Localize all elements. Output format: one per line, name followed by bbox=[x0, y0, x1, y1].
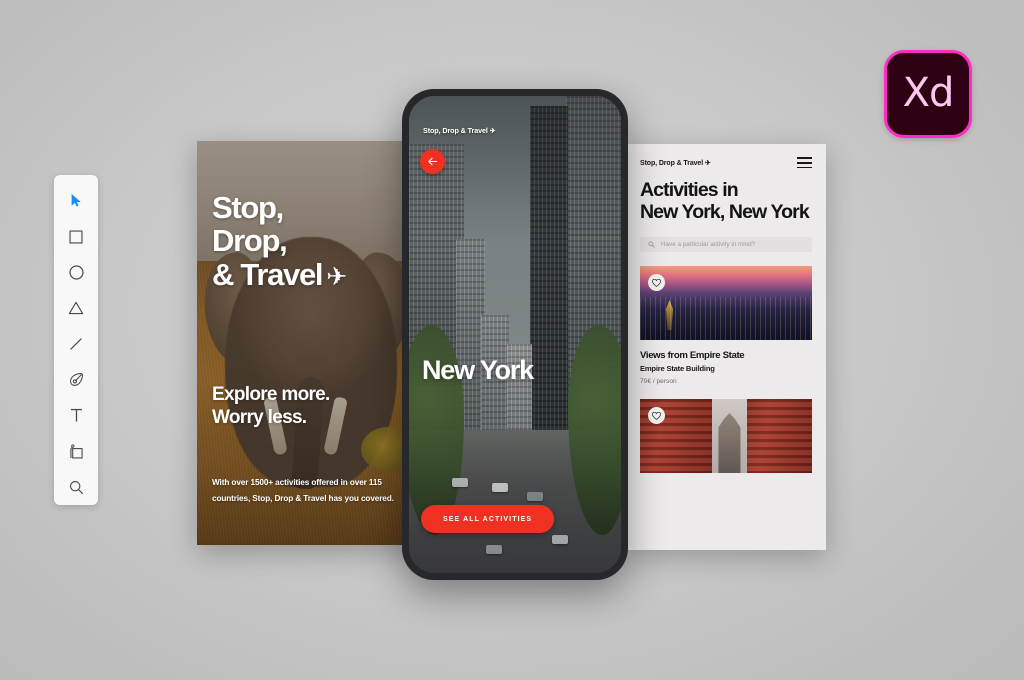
line-icon bbox=[70, 338, 82, 350]
magnifier-icon bbox=[69, 480, 83, 494]
poster-headline-block: Stop, Drop, & Travel ✈ bbox=[212, 190, 407, 292]
text-tool[interactable] bbox=[54, 398, 98, 434]
hamburger-menu-icon[interactable] bbox=[797, 157, 812, 169]
polygon-tool[interactable] bbox=[54, 290, 98, 326]
poster-subhead-block: Explore more. Worry less. bbox=[212, 384, 407, 430]
adobe-xd-label: Xd bbox=[902, 70, 955, 116]
heart-icon[interactable] bbox=[648, 274, 665, 292]
arrow-left-icon bbox=[428, 157, 438, 166]
phone-city-title: New York bbox=[422, 355, 534, 385]
web-page-title: Activities in New York, New York bbox=[640, 179, 812, 224]
brick-building-right bbox=[746, 399, 812, 474]
manhattan-bridge bbox=[718, 413, 741, 474]
poster-subhead-line-1: Explore more. bbox=[212, 384, 330, 405]
ellipse-tool[interactable] bbox=[54, 255, 98, 291]
rectangle-tool[interactable] bbox=[54, 219, 98, 255]
select-tool[interactable] bbox=[54, 183, 98, 219]
activity-card-title: Views from Empire State bbox=[640, 350, 745, 362]
hamburger-line bbox=[797, 157, 812, 159]
triangle-icon bbox=[68, 302, 84, 315]
activity-card[interactable] bbox=[640, 399, 812, 474]
cursor-arrow-icon bbox=[71, 194, 81, 208]
activity-card-image bbox=[640, 266, 812, 341]
activity-card-price: 70€ / person bbox=[640, 378, 677, 386]
rectangle-icon bbox=[69, 230, 83, 244]
pen-tool[interactable] bbox=[54, 362, 98, 398]
text-t-icon bbox=[70, 408, 82, 422]
back-button[interactable] bbox=[420, 149, 445, 174]
artboard-tool[interactable] bbox=[54, 433, 98, 469]
see-all-activities-button[interactable]: SEE ALL ACTIVITIES bbox=[421, 505, 555, 533]
activity-card-image bbox=[640, 399, 812, 474]
heart-glyph bbox=[652, 278, 661, 287]
phone-brand-logo[interactable]: Stop, Drop & Travel ✈ bbox=[423, 126, 496, 135]
web-artboard[interactable]: Stop, Drop & Travel ✈ Activities in New … bbox=[626, 144, 826, 550]
empire-state-spire bbox=[666, 300, 673, 331]
poster-body-line-2: countries, Stop, Drop & Travel has you c… bbox=[212, 493, 394, 503]
activity-search-field[interactable]: Have a particular activity in mind? bbox=[640, 237, 812, 253]
artboard-icon bbox=[69, 444, 83, 459]
poster-subhead-line-2: Worry less. bbox=[212, 406, 307, 428]
phone-screen: Stop, Drop & Travel ✈ New York SEE ALL A… bbox=[409, 96, 621, 573]
poster-headline-line-2: Drop, bbox=[212, 223, 288, 259]
search-icon bbox=[648, 241, 655, 248]
poster-headline-line-1: Stop, bbox=[212, 190, 284, 225]
hamburger-line bbox=[797, 166, 812, 169]
poster-body-line-1: With over 1500+ activities offered in ov… bbox=[212, 478, 382, 487]
heart-icon[interactable] bbox=[648, 407, 665, 425]
poster-headline-line-3: & Travel ✈ bbox=[212, 258, 407, 291]
hamburger-line bbox=[797, 161, 812, 164]
airplane-icon: ✈ bbox=[326, 262, 347, 291]
design-canvas: Stop, Drop, & Travel ✈ Explore more. Worr… bbox=[0, 0, 1024, 680]
tool-palette[interactable] bbox=[54, 175, 98, 505]
web-topbar: Stop, Drop & Travel ✈ bbox=[626, 144, 826, 169]
activity-card[interactable]: Views from Empire State Empire State Bui… bbox=[640, 266, 812, 385]
web-page-title-line-2: New York, New York bbox=[640, 201, 810, 224]
adobe-xd-logo[interactable]: Xd bbox=[884, 50, 972, 138]
poster-body-copy: With over 1500+ activities offered in ov… bbox=[212, 475, 399, 507]
line-tool[interactable] bbox=[54, 326, 98, 362]
activity-card-subtitle: Empire State Building bbox=[640, 364, 715, 374]
heart-glyph bbox=[652, 411, 661, 420]
pen-icon bbox=[69, 373, 83, 387]
web-brand-logo[interactable]: Stop, Drop & Travel ✈ bbox=[640, 159, 711, 167]
ellipse-icon bbox=[68, 265, 84, 280]
web-page-title-line-1: Activities in bbox=[640, 179, 739, 202]
activity-search-placeholder: Have a particular activity in mind? bbox=[661, 241, 756, 249]
poster-artboard[interactable]: Stop, Drop, & Travel ✈ Explore more. Worr… bbox=[197, 141, 421, 545]
zoom-tool[interactable] bbox=[54, 469, 98, 505]
phone-artboard[interactable]: Stop, Drop & Travel ✈ New York SEE ALL A… bbox=[402, 89, 628, 580]
poster-headline-line-3-text: & Travel bbox=[212, 256, 324, 292]
